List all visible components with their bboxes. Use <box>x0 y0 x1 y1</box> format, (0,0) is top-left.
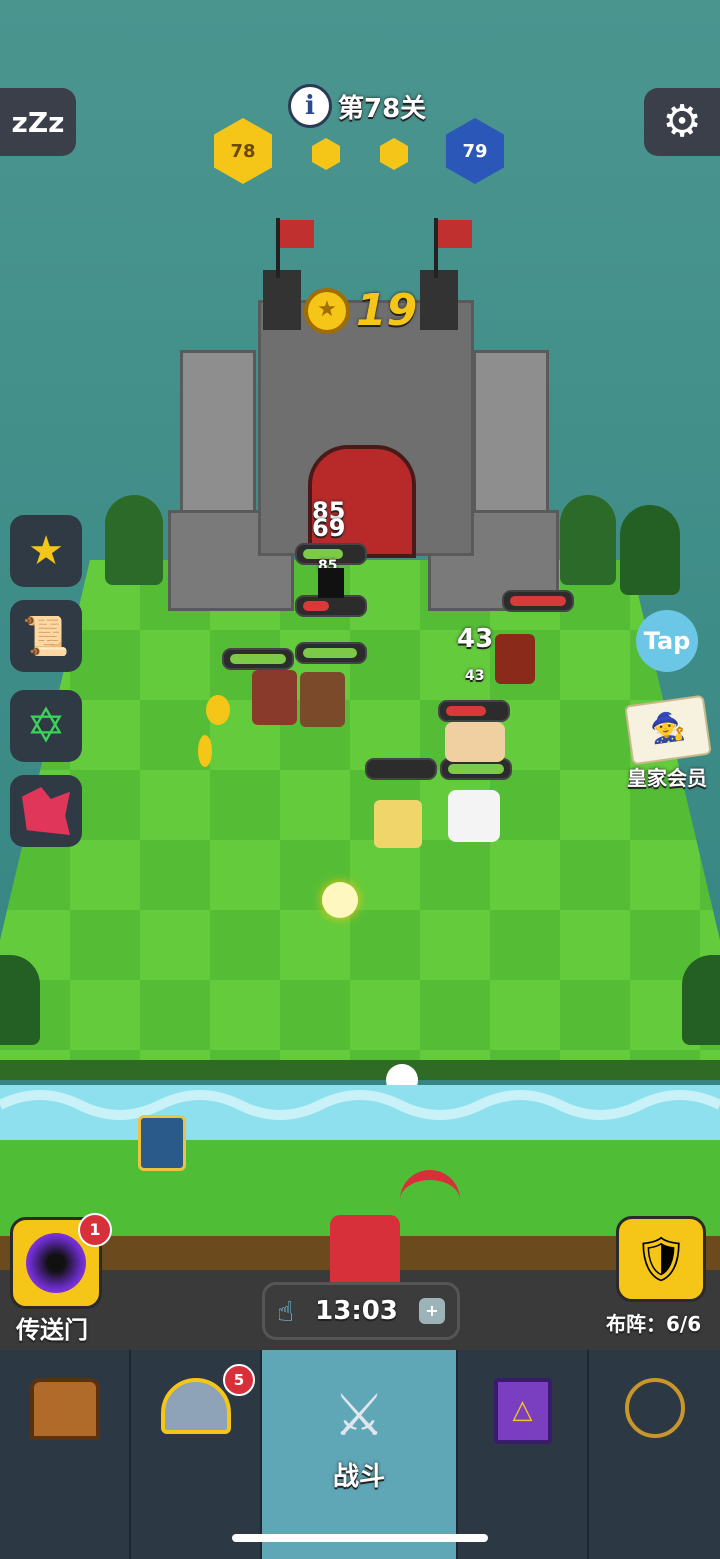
gold-coin-drop <box>206 695 230 725</box>
tap-button[interactable]: Tap <box>636 610 698 672</box>
enemy-knight-unit <box>252 670 297 725</box>
next-level-number: 79 <box>462 140 488 162</box>
tab-chest[interactable] <box>0 1350 131 1559</box>
progress-dot <box>312 138 340 170</box>
trophy-star-icon: ★ <box>28 528 64 574</box>
viking-helmet-icon <box>160 1378 231 1434</box>
portal-label: 传送门 <box>16 1316 88 1344</box>
sleep-button[interactable]: zZz <box>0 88 76 156</box>
enemy-health-bar <box>295 595 367 617</box>
crossed-swords-icon: ⚔ <box>333 1381 385 1449</box>
reaper-scythe <box>400 1170 460 1230</box>
current-level-number: 78 <box>230 140 256 162</box>
river <box>0 1085 720 1145</box>
current-level-hex: 78 <box>214 118 272 184</box>
damage-number: 43 <box>465 668 485 684</box>
tree <box>0 955 40 1045</box>
gold-coin-drop <box>198 735 212 767</box>
tab-battle-label: 战斗 <box>332 1462 385 1492</box>
treasure-chest-icon <box>29 1378 100 1440</box>
enemy-health-bar <box>502 590 574 612</box>
red-shape-icon <box>22 787 70 835</box>
tab-battle[interactable]: ⚔ 战斗 <box>262 1350 458 1559</box>
bottom-tab-bar: 5 ⚔ 战斗 △ <box>0 1350 720 1559</box>
level-progress: 78 79 <box>214 118 506 188</box>
tree <box>682 955 720 1045</box>
damage-number: 69 <box>312 514 346 542</box>
vip-card-button[interactable]: 🧙 <box>624 694 712 766</box>
portal-badge: 1 <box>78 1213 112 1247</box>
ally-health-bar <box>438 700 510 722</box>
gear-icon: ⚙ <box>662 96 702 147</box>
ally-warrior-unit <box>445 722 505 762</box>
ally-health-bar <box>365 758 437 780</box>
tap-hand-icon: ☝ <box>277 1294 295 1328</box>
fire-projectile <box>322 882 358 918</box>
enemy-archer-unit <box>495 634 535 684</box>
tree <box>620 505 680 595</box>
hexagram-button[interactable]: ✡ <box>10 690 82 762</box>
heroes-badge: 5 <box>223 1364 255 1396</box>
settings-button[interactable]: ⚙ <box>644 88 720 156</box>
tree <box>560 495 616 585</box>
tab-equipment[interactable] <box>589 1350 720 1559</box>
coin-count: 19 <box>356 285 418 336</box>
formation-status: 布阵：6/6 <box>606 1312 702 1336</box>
enemy-health-bar <box>222 648 294 670</box>
add-time-button[interactable]: + <box>418 1298 445 1324</box>
vip-label: 皇家会员 <box>627 766 707 790</box>
viking-hero-icon: 🛡 <box>633 1234 689 1285</box>
enemy-health-bar <box>295 642 367 664</box>
formation-button[interactable]: 🛡 <box>616 1216 706 1302</box>
coin-reward: ★ 19 <box>304 285 417 336</box>
scroll-icon: 📜 <box>22 613 70 658</box>
enemy-knight-unit <box>300 672 345 727</box>
next-level-hex: 79 <box>446 118 504 184</box>
hexagram-icon: ✡ <box>25 698 67 754</box>
tap-label: Tap <box>643 627 691 655</box>
tab-spellbook[interactable]: △ <box>458 1350 589 1559</box>
rank-button[interactable]: ★ <box>10 515 82 587</box>
amulet-icon <box>624 1378 685 1438</box>
player-hero-reaper <box>330 1215 400 1283</box>
progress-dot <box>380 138 408 170</box>
ally-chest-unit <box>138 1115 186 1171</box>
enemy-unit <box>318 568 344 598</box>
damage-number: 43 <box>457 624 494 654</box>
timer-value: 13:03 <box>315 1296 398 1326</box>
battle-board[interactable] <box>0 560 720 1080</box>
spellbook-icon: △ <box>493 1378 552 1444</box>
coin-icon: ★ <box>304 287 350 334</box>
home-indicator <box>232 1534 488 1542</box>
quest-scroll-button[interactable]: 📜 <box>10 600 82 672</box>
portal-icon <box>26 1233 86 1293</box>
timer-panel[interactable]: ☝ 13:03 + <box>262 1282 460 1340</box>
vip-card-icon: 🧙 <box>648 708 688 747</box>
tree <box>105 495 163 585</box>
skill-button[interactable] <box>10 775 82 847</box>
ally-swordsman-unit <box>448 790 500 842</box>
tab-heroes[interactable]: 5 <box>131 1350 262 1559</box>
ally-block-unit <box>374 800 422 848</box>
sleep-icon: zZz <box>11 105 65 139</box>
